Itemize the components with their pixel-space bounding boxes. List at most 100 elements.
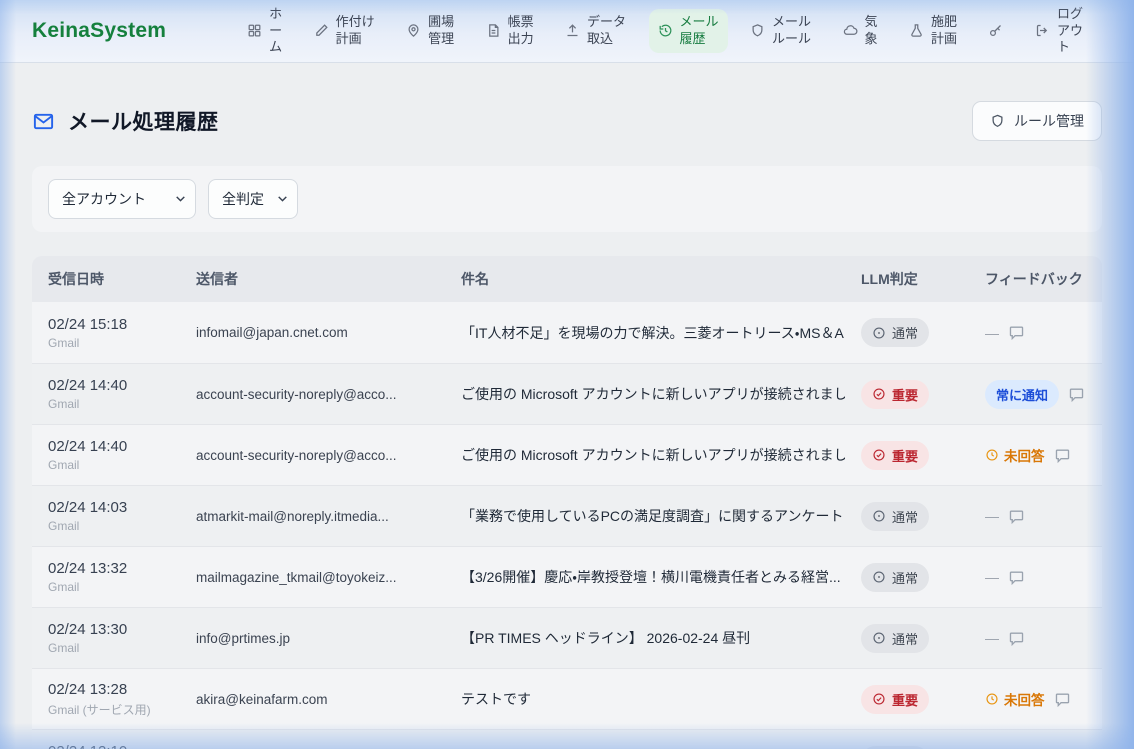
sender-email: infomail@japan.cnet.com [180, 325, 445, 340]
mail-subject: 「業務で使用しているPCの満足度調査」に関するアンケート ≪... [445, 506, 845, 526]
llm-judgment-badge: 通常 [861, 563, 929, 592]
feedback-comment-button[interactable] [1008, 569, 1025, 586]
feedback-unanswered-badge: 未回答 [985, 689, 1045, 709]
judgment-icon [872, 326, 886, 340]
feedback-comment-button[interactable] [1054, 447, 1071, 464]
nav-item-api-key[interactable] [979, 18, 1012, 43]
table-body: 02/24 15:18 Gmail infomail@japan.cnet.co… [32, 302, 1102, 749]
home-icon [247, 23, 262, 38]
rule-manage-button[interactable]: ルール管理 [972, 101, 1102, 141]
table-row[interactable]: 02/24 13:32 Gmail mailmagazine_tkmail@to… [32, 546, 1102, 607]
nav-item-report-output[interactable]: 帳票 出力 [477, 9, 543, 53]
table-header-row: 受信日時 送信者 件名 LLM判定 フィードバック [32, 256, 1102, 302]
table-row[interactable]: 02/24 14:03 Gmail atmarkit-mail@noreply.… [32, 485, 1102, 546]
feedback-cell: — [969, 508, 1102, 525]
sender-email: akira@keinafarm.com [180, 692, 445, 707]
history-icon [658, 23, 673, 38]
comment-bubble-icon [1054, 691, 1071, 708]
sender-email: mailmagazine_tkmail@toyokeiz... [180, 570, 445, 585]
account-label: Gmail (サービス用) [48, 701, 180, 718]
col-header-datetime: 受信日時 [32, 269, 180, 289]
feedback-comment-button[interactable] [1068, 386, 1085, 403]
feedback-comment-button[interactable] [1008, 508, 1025, 525]
feedback-always-badge: 常に通知 [985, 380, 1059, 409]
feedback-unanswered-badge: 未回答 [985, 445, 1045, 465]
nav-item-weather[interactable]: 気 象 [834, 9, 887, 53]
shield-icon [750, 23, 765, 38]
nav-item-logout[interactable]: ログ アウ ト [1026, 1, 1092, 62]
account-label: Gmail [48, 519, 180, 533]
table-row[interactable]: 02/24 12:10 Gmail digital@kochinews.jp 四… [32, 729, 1102, 749]
doc-icon [486, 23, 501, 38]
mail-subject: 【3/26開催】慶応・岸教授登壇！横川電機責任者とみる経営... [445, 567, 845, 587]
table-row[interactable]: 02/24 14:40 Gmail account-security-norep… [32, 363, 1102, 424]
comment-bubble-icon [1068, 386, 1085, 403]
comment-bubble-icon [1054, 447, 1071, 464]
account-label: Gmail [48, 397, 180, 411]
nav-item-data-import[interactable]: データ 取込 [556, 9, 635, 53]
llm-judgment-badge: 通常 [861, 318, 929, 347]
table-row[interactable]: 02/24 13:30 Gmail info@prtimes.jp 【PR TI… [32, 607, 1102, 668]
mail-subject: 【PR TIMES ヘッドライン】 2026-02-24 昼刊 [445, 628, 845, 648]
llm-judgment-badge: 通常 [861, 746, 929, 749]
filter-panel: 全アカウント 全判定 [32, 166, 1102, 232]
account-filter-select[interactable]: 全アカウント [48, 179, 196, 219]
brand-logo[interactable]: KeinaSystem [32, 19, 166, 43]
comment-bubble-icon [1008, 508, 1025, 525]
key-icon [988, 23, 1003, 38]
received-datetime: 02/24 14:03 [48, 499, 180, 516]
feedback-comment-button[interactable] [1054, 691, 1071, 708]
judgment-icon [872, 692, 886, 706]
mail-subject: 「IT人材不足」を現場の力で解決。三菱オートリース・MS＆AD... [445, 323, 845, 343]
mail-subject: テストです [445, 689, 845, 709]
llm-judgment-badge: 通常 [861, 502, 929, 531]
sender-email: account-security-noreply@acco... [180, 448, 445, 463]
nav-item-planting-plan[interactable]: 作付け 計画 [305, 9, 384, 53]
nav-item-mail-history[interactable]: メール 履歴 [649, 9, 728, 53]
nav-item-fertilizer-plan[interactable]: 施肥 計画 [900, 9, 966, 53]
pencil-icon [314, 23, 329, 38]
table-row[interactable]: 02/24 15:18 Gmail infomail@japan.cnet.co… [32, 302, 1102, 363]
table-row[interactable]: 02/24 14:40 Gmail account-security-norep… [32, 424, 1102, 485]
feedback-comment-button[interactable] [1008, 630, 1025, 647]
comment-bubble-icon [1008, 324, 1025, 341]
flask-icon [909, 23, 924, 38]
nav-item-mail-rules[interactable]: メール ルール [741, 9, 820, 53]
received-datetime: 02/24 14:40 [48, 438, 180, 455]
account-label: Gmail [48, 641, 180, 655]
feedback-empty-dash: — [985, 630, 999, 646]
sender-email: account-security-noreply@acco... [180, 387, 445, 402]
clock-icon [985, 692, 999, 706]
feedback-empty-dash: — [985, 508, 999, 524]
llm-judgment-badge: 重要 [861, 685, 929, 714]
nav-item-home[interactable]: ホ ー ム [238, 1, 291, 62]
mail-history-table: 受信日時 送信者 件名 LLM判定 フィードバック 02/24 15:18 Gm… [32, 256, 1102, 749]
mail-subject: ご使用の Microsoft アカウントに新しいアプリが接続されました [445, 384, 845, 404]
top-navbar: KeinaSystem ホ ー ム 作付け 計画 圃場 管理 帳票 出力 データ… [0, 0, 1134, 63]
table-row[interactable]: 02/24 13:28 Gmail (サービス用) akira@keinafar… [32, 668, 1102, 729]
main-content: メール処理履歴 ルール管理 全アカウント 全判定 受信日時 送信者 件名 LLM… [0, 63, 1134, 749]
col-header-feedback: フィードバック [969, 269, 1102, 289]
nav-item-field-manage[interactable]: 圃場 管理 [397, 9, 463, 53]
mail-subject: ご使用の Microsoft アカウントに新しいアプリが接続されました [445, 445, 845, 465]
mail-icon [32, 110, 55, 133]
feedback-cell: 未回答 [969, 689, 1102, 709]
feedback-empty-dash: — [985, 325, 999, 341]
judgment-filter-select[interactable]: 全判定 [208, 179, 298, 219]
account-label: Gmail [48, 336, 180, 350]
received-datetime: 02/24 13:28 [48, 681, 180, 698]
page-header: メール処理履歴 ルール管理 [32, 101, 1102, 141]
feedback-comment-button[interactable] [1008, 324, 1025, 341]
cloud-icon [843, 23, 858, 38]
judgment-icon [872, 509, 886, 523]
feedback-cell: — [969, 569, 1102, 586]
feedback-cell: 未回答 [969, 445, 1102, 465]
received-datetime: 02/24 13:30 [48, 621, 180, 638]
page-title: メール処理履歴 [68, 106, 219, 136]
sender-email: info@prtimes.jp [180, 631, 445, 646]
shield-icon [990, 113, 1005, 129]
judgment-icon [872, 448, 886, 462]
col-header-sender: 送信者 [180, 269, 445, 289]
col-header-subject: 件名 [445, 269, 845, 289]
judgment-icon [872, 387, 886, 401]
